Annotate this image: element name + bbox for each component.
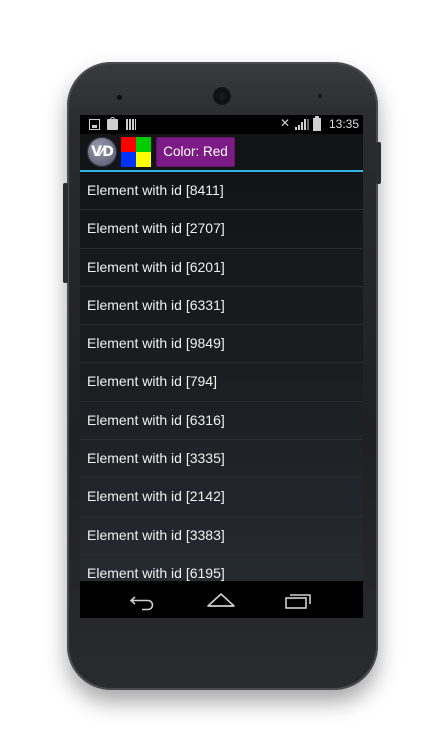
- color-picker[interactable]: [121, 137, 151, 167]
- list-item[interactable]: Element with id [2142]: [80, 478, 363, 517]
- earpiece-speaker: [213, 87, 231, 105]
- color-swatch-blue[interactable]: [121, 152, 136, 167]
- color-swatch-red[interactable]: [121, 137, 136, 152]
- list-item[interactable]: Element with id [6201]: [80, 249, 363, 287]
- barcode-icon: [126, 119, 136, 130]
- list-item[interactable]: Element with id [2707]: [80, 210, 363, 249]
- color-swatch-green[interactable]: [136, 137, 151, 152]
- list-item[interactable]: Element with id [6331]: [80, 287, 363, 326]
- status-time: 13:35: [328, 117, 359, 131]
- mute-icon: ✕: [279, 116, 291, 130]
- proximity-sensor: [117, 95, 122, 100]
- battery-icon: [313, 116, 321, 131]
- color-swatch-yellow[interactable]: [136, 152, 151, 167]
- list-item[interactable]: Element with id [8411]: [80, 172, 363, 211]
- app-logo[interactable]: V⁄D: [87, 137, 117, 167]
- status-bar: ✕ 13:35: [80, 115, 363, 134]
- volume-button: [63, 183, 68, 283]
- back-icon[interactable]: [128, 589, 158, 611]
- list-item[interactable]: Element with id [9849]: [80, 325, 363, 364]
- list-item[interactable]: Element with id [3383]: [80, 517, 363, 555]
- power-button: [376, 142, 381, 184]
- list-item[interactable]: Element with id [3335]: [80, 440, 363, 479]
- action-bar: V⁄D Color: Red: [80, 134, 363, 172]
- list-item[interactable]: Element with id [6316]: [80, 402, 363, 441]
- front-sensor: [318, 94, 322, 98]
- navigation-bar: [80, 581, 363, 618]
- signal-lte-icon: [295, 119, 309, 130]
- recent-apps-icon[interactable]: [284, 589, 314, 611]
- home-icon[interactable]: [206, 589, 236, 611]
- screen: ✕ 13:35 V⁄D Color: Red Element with id […: [80, 115, 363, 618]
- shopping-bag-icon: [107, 117, 118, 130]
- image-icon: [89, 119, 100, 130]
- element-list[interactable]: Element with id [8411] Element with id [2…: [80, 172, 363, 581]
- color-button[interactable]: Color: Red: [156, 137, 235, 167]
- list-item[interactable]: Element with id [6195]: [80, 555, 363, 581]
- list-item[interactable]: Element with id [794]: [80, 363, 363, 402]
